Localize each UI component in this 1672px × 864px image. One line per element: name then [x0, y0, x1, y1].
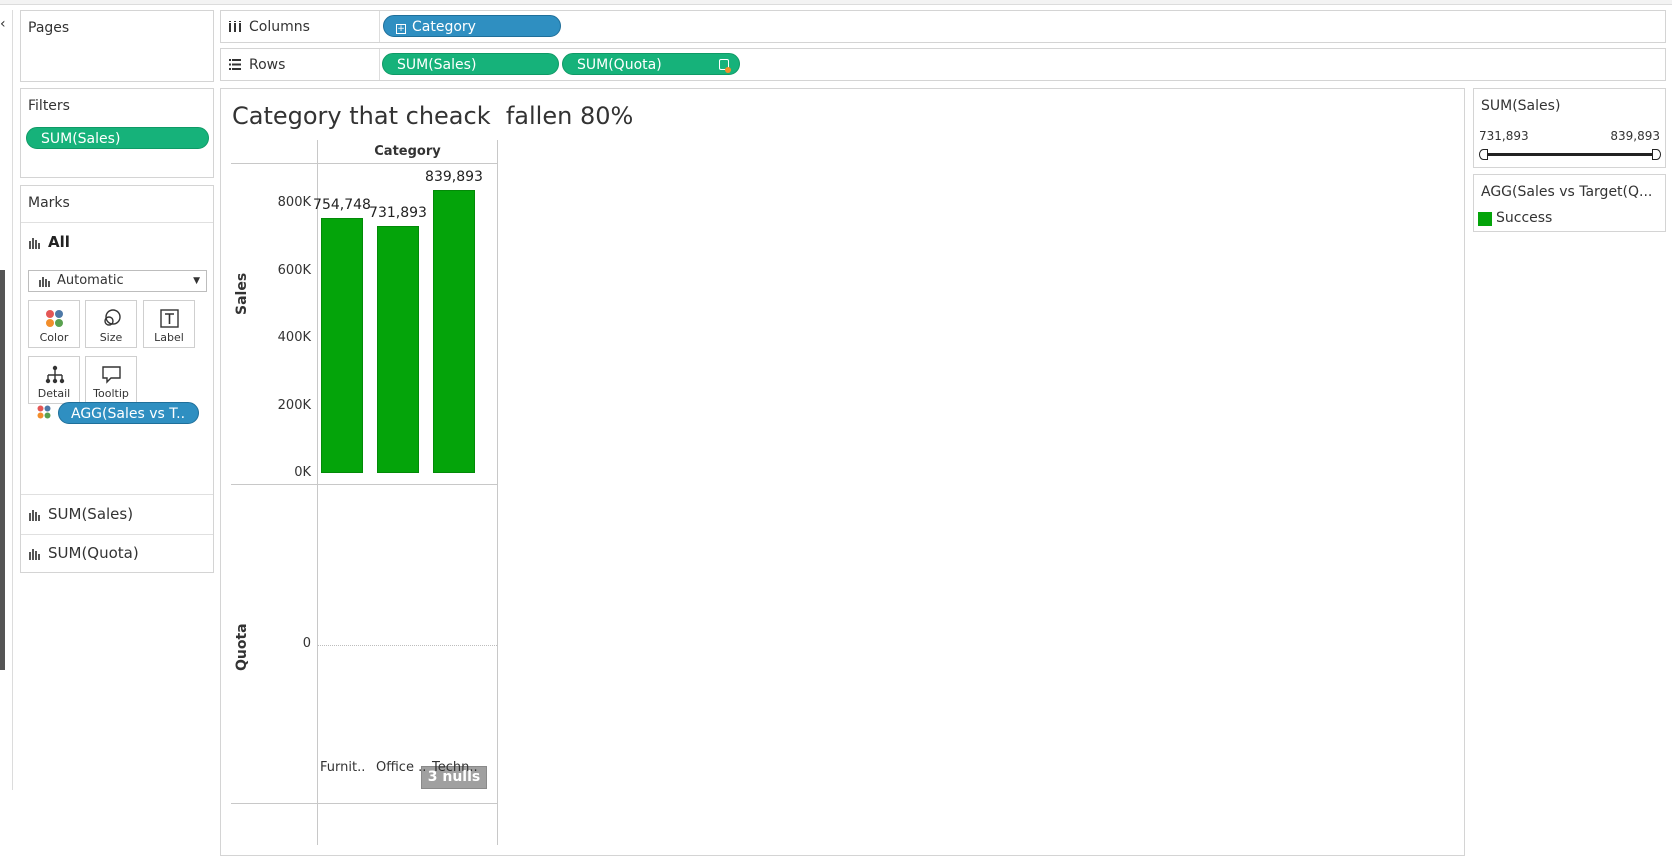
tooltip-button[interactable]: Tooltip [85, 356, 137, 404]
marks-section-sum-sales[interactable]: SUM(Sales) [21, 494, 213, 534]
marks-title: Marks [28, 195, 70, 211]
detail-button-label: Detail [37, 387, 71, 400]
legend-item-success[interactable]: Success [1496, 210, 1552, 226]
columns-label: Columns [249, 19, 310, 35]
top-toolbar-strip [0, 0, 1672, 5]
chart-left-border [317, 140, 318, 845]
color-field-pill[interactable]: AGG(Sales vs T.. [58, 402, 199, 424]
left-divider [12, 10, 13, 790]
color-legend[interactable]: AGG(Sales vs Target(Q... Success [1473, 174, 1666, 232]
bar-value-label: 754,748 [313, 197, 371, 214]
rows-label: Rows [249, 57, 286, 73]
marks-all-row[interactable]: All [21, 222, 213, 262]
column-header-divider [231, 163, 497, 164]
detail-button[interactable]: Detail [28, 356, 80, 404]
label-button[interactable]: Label [143, 300, 195, 348]
marks-all-label: All [48, 233, 70, 251]
y-tick-label: 800K [277, 195, 311, 210]
expand-plus-icon[interactable]: + [396, 24, 406, 34]
size-button-label: Size [99, 331, 123, 344]
columns-shelf[interactable]: Columns + Category [220, 10, 1666, 43]
pane-divider [231, 484, 497, 485]
columns-icon [229, 21, 241, 32]
rows-shelf[interactable]: Rows SUM(Sales) SUM(Quota) [220, 48, 1666, 81]
sales-legend-min: 731,893 [1479, 129, 1529, 143]
bar-chart-icon [29, 549, 40, 560]
warning-dot-icon [725, 67, 731, 73]
pages-card[interactable]: Pages [20, 10, 214, 82]
y-tick-label: 600K [277, 262, 311, 278]
columns-pill-category[interactable]: + Category [383, 15, 561, 37]
label-button-label: Label [154, 331, 184, 344]
axis-bottom-divider [231, 803, 497, 804]
marks-section-sum-quota[interactable]: SUM(Quota) [21, 534, 213, 572]
marks-section-label: SUM(Quota) [48, 544, 139, 562]
rows-pill-sum-quota[interactable]: SUM(Quota) [562, 53, 740, 75]
quota-zero-line [318, 645, 497, 646]
color-legend-title: AGG(Sales vs Target(Q... [1481, 184, 1653, 200]
view-title: Category that cheack fallen 80% [232, 102, 634, 130]
range-slider-min-handle[interactable] [1479, 149, 1488, 160]
filter-pill-sum-sales[interactable]: SUM(Sales) [26, 127, 209, 149]
filters-title: Filters [28, 98, 70, 114]
category-label[interactable]: Office .. [376, 760, 426, 775]
bar-value-label: 839,893 [425, 168, 483, 185]
marks-section-label: SUM(Sales) [48, 505, 134, 523]
mark-type-dropdown[interactable]: Automatic ▼ [28, 270, 207, 292]
left-scroll-edge[interactable] [0, 270, 5, 670]
chart-right-border [497, 140, 498, 845]
color-dots-icon [37, 405, 51, 419]
chevron-down-icon: ▼ [193, 276, 200, 286]
color-palette-icon [46, 310, 63, 327]
shelf-divider [379, 49, 380, 80]
tooltip-button-label: Tooltip [93, 387, 129, 400]
rows-icon [229, 59, 241, 70]
sales-legend-max: 839,893 [1610, 129, 1660, 143]
bar-chart-icon [39, 277, 50, 287]
column-header-title: Category [374, 144, 441, 159]
sales-range-legend[interactable]: SUM(Sales) 731,893 839,893 [1473, 88, 1666, 168]
rows-pill-sum-sales[interactable]: SUM(Sales) [382, 53, 559, 75]
y-tick-label: 0K [294, 465, 311, 480]
y-axis-title-sales: Sales [234, 272, 250, 315]
chart-panel: Category Sales Quota 800K 600K 400K 200K 0K … [231, 140, 498, 845]
size-button[interactable]: Size [85, 300, 137, 348]
bar-chart-icon [29, 238, 40, 249]
text-label-icon [160, 309, 179, 328]
pages-title: Pages [28, 20, 70, 36]
color-button-label: Color [39, 331, 69, 344]
shelf-divider [379, 11, 380, 42]
y-tick-label: 400K [277, 330, 311, 345]
mark-type-value: Automatic [57, 273, 124, 288]
size-icon [104, 309, 121, 326]
category-label[interactable]: Furnit.. [320, 760, 365, 775]
legend-swatch-success[interactable] [1478, 212, 1492, 226]
marks-card: Marks All Automatic ▼ Color Size Label D… [20, 185, 214, 573]
speech-bubble-icon [102, 366, 121, 384]
bar-chart-icon [29, 510, 40, 521]
bar-0[interactable] [321, 218, 363, 473]
quota-zero-tick: 0 [302, 636, 311, 651]
range-slider-track[interactable] [1483, 153, 1657, 156]
bar-2[interactable] [433, 189, 475, 473]
hierarchy-icon [45, 365, 65, 384]
rows-pill-label: SUM(Quota) [577, 57, 662, 73]
sales-legend-title: SUM(Sales) [1481, 98, 1561, 114]
collapse-arrow-icon[interactable]: ‹ [0, 16, 6, 32]
category-label[interactable]: Techn.. [432, 760, 478, 775]
columns-pill-label: Category [412, 19, 476, 35]
bar-value-label: 731,893 [369, 204, 427, 221]
filters-card[interactable]: Filters SUM(Sales) [20, 88, 214, 178]
range-slider-max-handle[interactable] [1652, 149, 1661, 160]
color-button[interactable]: Color [28, 300, 80, 348]
y-axis-title-quota: Quota [234, 623, 250, 671]
y-tick-label: 200K [277, 397, 311, 413]
bar-1[interactable] [377, 225, 419, 473]
